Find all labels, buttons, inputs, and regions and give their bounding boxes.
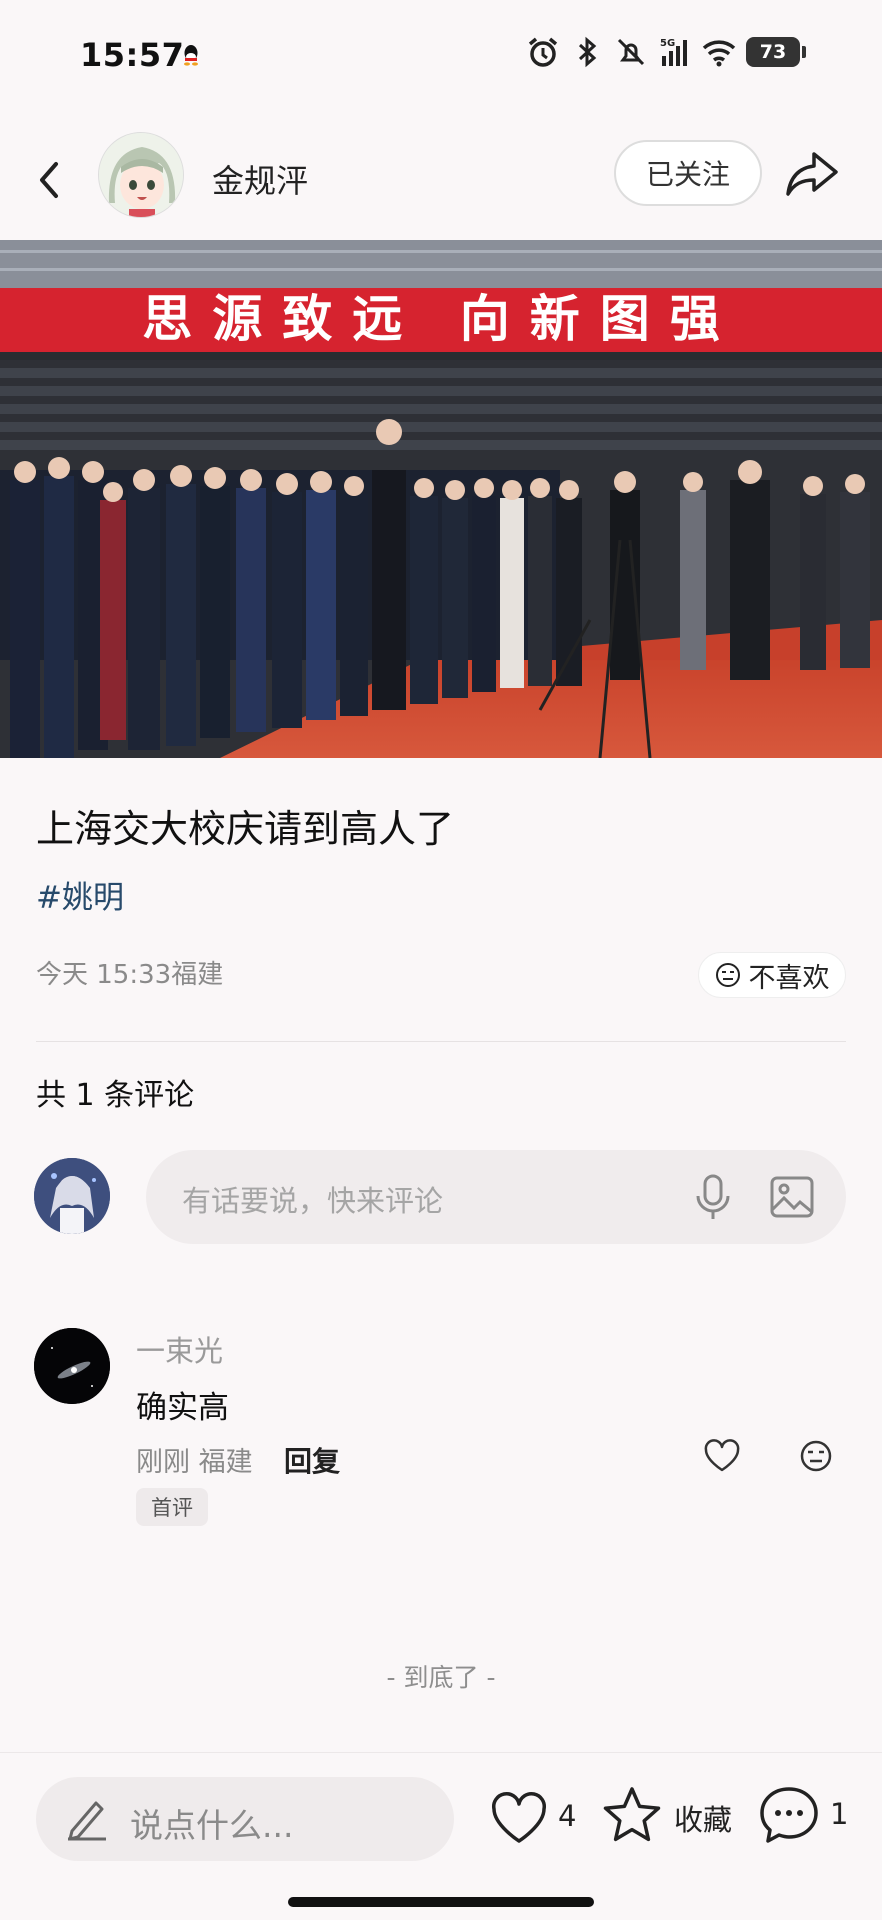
comment-meta: 刚刚 福建: [136, 1447, 253, 1478]
status-bar: 15:57 5G 73: [0, 0, 882, 110]
follow-button[interactable]: 已关注: [614, 140, 762, 206]
first-comment-badge: 首评: [136, 1488, 208, 1526]
battery-indicator: 73: [746, 37, 806, 67]
pen-icon: [68, 1801, 106, 1841]
bottom-action-bar: 说点什么... 4 收藏 1: [0, 1752, 882, 1920]
like-count: 4: [558, 1799, 577, 1833]
share-icon[interactable]: [784, 146, 842, 202]
mic-icon[interactable]: [690, 1172, 736, 1222]
like-icon[interactable]: [488, 1789, 550, 1849]
comment-count-bottom: 1: [830, 1797, 849, 1831]
home-indicator[interactable]: [288, 1897, 594, 1907]
bluetooth-icon: [578, 36, 597, 68]
status-time: 15:57: [80, 36, 185, 74]
image-icon[interactable]: [768, 1174, 816, 1220]
commenter-avatar[interactable]: [34, 1328, 110, 1404]
say-something-placeholder: 说点什么...: [130, 1806, 294, 1845]
dislike-label: 不喜欢: [748, 962, 830, 994]
star-icon[interactable]: [600, 1783, 664, 1847]
post-title: 上海交大校庆请到高人了: [36, 807, 455, 851]
dislike-button[interactable]: 不喜欢: [698, 952, 846, 998]
comment-text: 确实高: [136, 1390, 229, 1426]
comment-icon[interactable]: [756, 1783, 822, 1847]
banner-text: 思源致远 向新图强: [142, 289, 739, 348]
topic-tag[interactable]: #姚明: [36, 872, 124, 917]
dislike-icon[interactable]: [798, 1436, 834, 1476]
comment-input-placeholder: 有话要说，快来评论: [182, 1184, 444, 1218]
comment-input[interactable]: 有话要说，快来评论: [146, 1150, 846, 1244]
say-something-input[interactable]: 说点什么...: [36, 1777, 454, 1861]
post-meta: 今天 15:33福建: [36, 960, 224, 990]
wifi-icon: [702, 40, 736, 67]
comment-count: 共 1 条评论: [36, 1078, 195, 1113]
collect-label[interactable]: 收藏: [674, 1797, 732, 1839]
dislike-icon: [715, 963, 740, 987]
svg-text:5G: 5G: [660, 38, 675, 49]
end-of-list: - 到底了 -: [386, 1663, 496, 1692]
alarm-icon: [528, 37, 558, 67]
commenter-name[interactable]: 一束光: [136, 1328, 223, 1370]
post-image[interactable]: 思源致远 向新图强: [0, 240, 882, 758]
heart-icon[interactable]: [702, 1436, 742, 1476]
my-avatar: [34, 1158, 110, 1234]
mute-icon: [617, 38, 645, 66]
qq-icon: [184, 45, 198, 66]
reply-button[interactable]: 回复: [284, 1440, 340, 1480]
divider: [36, 1041, 846, 1042]
back-icon[interactable]: [30, 150, 70, 210]
author-name[interactable]: 金规泙: [212, 156, 308, 202]
signal-icon: 5G: [660, 38, 687, 66]
author-avatar[interactable]: [98, 132, 184, 218]
post-header: 金规泙 已关注: [0, 130, 882, 230]
